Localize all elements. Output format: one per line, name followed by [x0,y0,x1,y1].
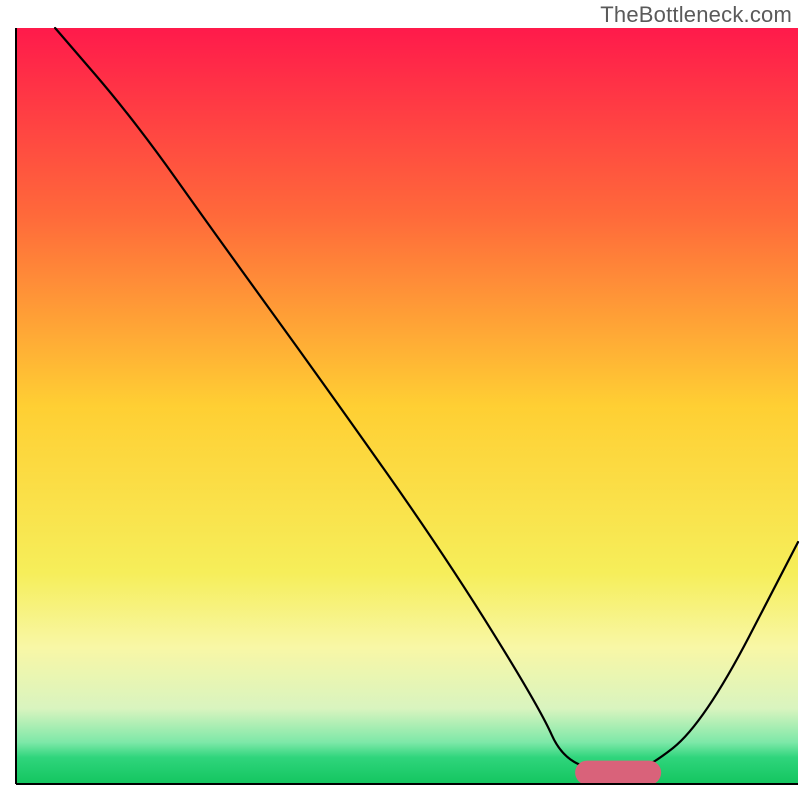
watermark-text: TheBottleneck.com [600,2,792,28]
bottleneck-chart [0,0,800,800]
chart-frame: TheBottleneck.com [0,0,800,800]
plot-background [16,28,798,784]
optimal-marker [575,761,661,785]
